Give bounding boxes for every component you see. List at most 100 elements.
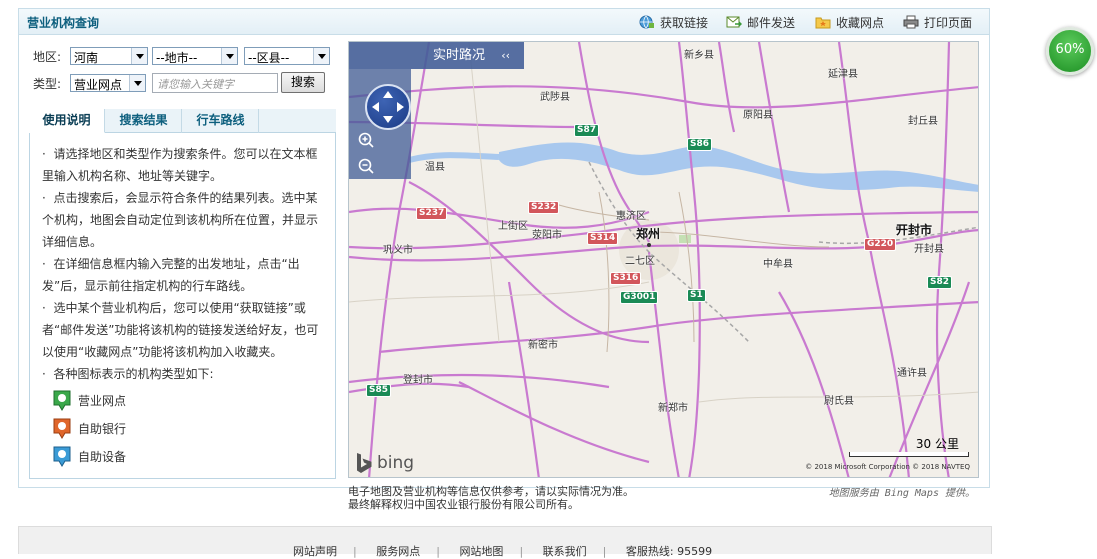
disclaimer-line: 最终解释权归中国农业银行股份有限公司所有。 [348,498,579,511]
road-shield: S314 [587,232,619,245]
map-place: 登封市 [403,375,433,386]
bing-logo: bing [355,452,414,474]
printer-icon [903,15,919,29]
help-paragraph: · 各种图标表示的机构类型如下: [42,367,214,381]
traffic-toggle-button[interactable]: 实时路况 ‹‹ [349,42,524,69]
city-select[interactable]: --地市-- [152,47,238,65]
map-place: 延津县 [828,69,858,80]
map-place: 荥阳市 [532,230,562,241]
mail-send-icon [726,16,742,28]
folder-favorite-icon [815,17,831,29]
road-shield: G3001 [620,291,659,304]
map-place: 巩义市 [383,245,413,256]
legend-atm-device: 自助设备 [52,445,126,467]
panel-title: 营业机构查询 [27,16,100,30]
zoom-out-icon[interactable] [357,157,375,175]
scale-bar [849,452,969,457]
email-send-button[interactable]: 邮件发送 [726,14,795,30]
legend-branch: 营业网点 [52,389,126,411]
legend-atm-device-label: 自助设备 [78,449,127,464]
help-paragraph: · 在详细信息框内输入完整的出发地址，点击“出发”后，显示前往指定机构的行车路线… [42,257,300,293]
keyword-input[interactable]: 请您输入关键字 [152,73,278,93]
map-place: 新郑市 [658,403,688,414]
tab-driving-route[interactable]: 行车路线 [183,109,259,133]
road-shield: S237 [416,207,448,220]
tab-instructions[interactable]: 使用说明 [29,109,105,133]
traffic-label: 实时路况 [433,48,486,63]
map-place: 新乡县 [684,50,714,61]
search-button[interactable]: 搜索 [281,72,325,93]
tab-bar: 使用说明 搜索结果 行车路线 [29,109,336,133]
help-paragraph: · 请选择地区和类型作为搜索条件。您可以在文本框里输入机构名称、地址等关键字。 [42,147,318,183]
globe-link-icon [639,15,654,29]
map-place-zhengzhou: 郑州 [636,227,661,241]
legend-self-service-bank: 自助银行 [52,417,126,439]
bing-wordmark: bing [377,453,415,473]
map-place: 惠济区 [616,211,646,222]
atm-device-pin-icon [53,446,71,467]
print-page-button[interactable]: 打印页面 [903,14,972,30]
footer-link-contact[interactable]: 联系我们 [543,545,587,558]
footer-hotline: 客服热线: 95599 [625,545,713,558]
favorite-branch-button[interactable]: 收藏网点 [815,14,884,30]
instructions-panel: · 请选择地区和类型作为搜索条件。您可以在文本框里输入机构名称、地址等关键字。 … [29,133,336,479]
map-credit: 地图服务由 Bing Maps 提供。 [828,488,975,499]
map-place: 温县 [425,162,445,173]
chevron-down-icon [131,48,147,64]
tab-search-results[interactable]: 搜索结果 [106,109,182,133]
zoom-in-icon[interactable] [357,131,375,149]
footer-link-sitemap[interactable]: 网站地图 [459,545,503,558]
map-place: 通许县 [897,368,927,379]
map-place: 开封县 [914,244,944,255]
road-shield: S85 [366,384,392,397]
legend-self-service-bank-label: 自助银行 [78,421,127,436]
county-value: --区县-- [248,51,290,65]
type-label: 类型: [33,77,62,91]
province-value: 河南 [74,51,99,65]
pan-control-button[interactable] [365,84,411,130]
email-send-label: 邮件发送 [747,15,796,30]
progress-badge[interactable]: 60% [1046,27,1094,75]
help-paragraph: · 选中某个营业机构后，您可以使用“获取链接”或者“邮件发送”功能将该机构的链接… [42,301,319,359]
road-shield: S87 [574,124,600,137]
favorite-branch-label: 收藏网点 [836,15,885,30]
chevron-down-icon [129,75,145,91]
road-shield: G220 [864,238,897,251]
road-shield: S232 [528,201,560,214]
road-shield: S82 [927,276,953,289]
map-canvas[interactable]: 新乡县 延津县 武陟县 原阳县 封丘县 温县 惠济区 上街区 荥阳市 郑州 开封… [348,41,979,478]
map-navigation-control [349,69,411,179]
map-place: 封丘县 [908,116,938,127]
map-place: 原阳县 [743,110,773,121]
footer-link-statement[interactable]: 网站声明 [293,545,337,558]
county-select[interactable]: --区县-- [244,47,330,65]
map-place: 中牟县 [763,259,793,270]
map-scale: 30 公里 [849,435,969,459]
road-shield: S86 [687,138,713,151]
pan-arrows-icon [372,91,404,123]
chevron-down-icon [313,48,329,64]
footer-links: 网站声明 | 服务网点 | 网站地图 | 联系我们 | 客服热线: 95599 [293,545,713,558]
print-page-label: 打印页面 [924,15,973,30]
disclaimer: 电子地图及营业机构等信息仅供参考，请以实际情况为准。 最终解释权归中国农业银行股… [348,485,634,511]
self-service-bank-pin-icon [53,418,71,439]
type-value: 营业网点 [74,78,123,92]
panel-header: 营业机构查询 获取链接 邮件发送 收藏网点 打印页面 [19,9,989,35]
region-label: 地区: [33,50,62,64]
road-shield: S1 [687,289,706,302]
map-place: 武陟县 [540,92,570,103]
bing-logo-icon [357,453,372,473]
footer: 网站声明 | 服务网点 | 网站地图 | 联系我们 | 客服热线: 95599 [18,526,992,558]
get-link-button[interactable]: 获取链接 [639,14,708,30]
map-place: 二七区 [625,256,655,267]
map-copyright: © 2018 Microsoft Corporation © 2018 NAVT… [805,463,970,471]
type-select[interactable]: 营业网点 [70,74,146,92]
scale-label: 30 公里 [915,437,959,451]
footer-link-service-outlets[interactable]: 服务网点 [376,545,420,558]
map-place-kaifeng: 开封市 [896,223,933,237]
branch-pin-icon [53,390,71,411]
collapse-chevron-icon[interactable]: ‹‹ [501,42,510,69]
province-select[interactable]: 河南 [70,47,148,65]
city-value: --地市-- [156,51,198,65]
road-shield: S316 [610,272,642,285]
